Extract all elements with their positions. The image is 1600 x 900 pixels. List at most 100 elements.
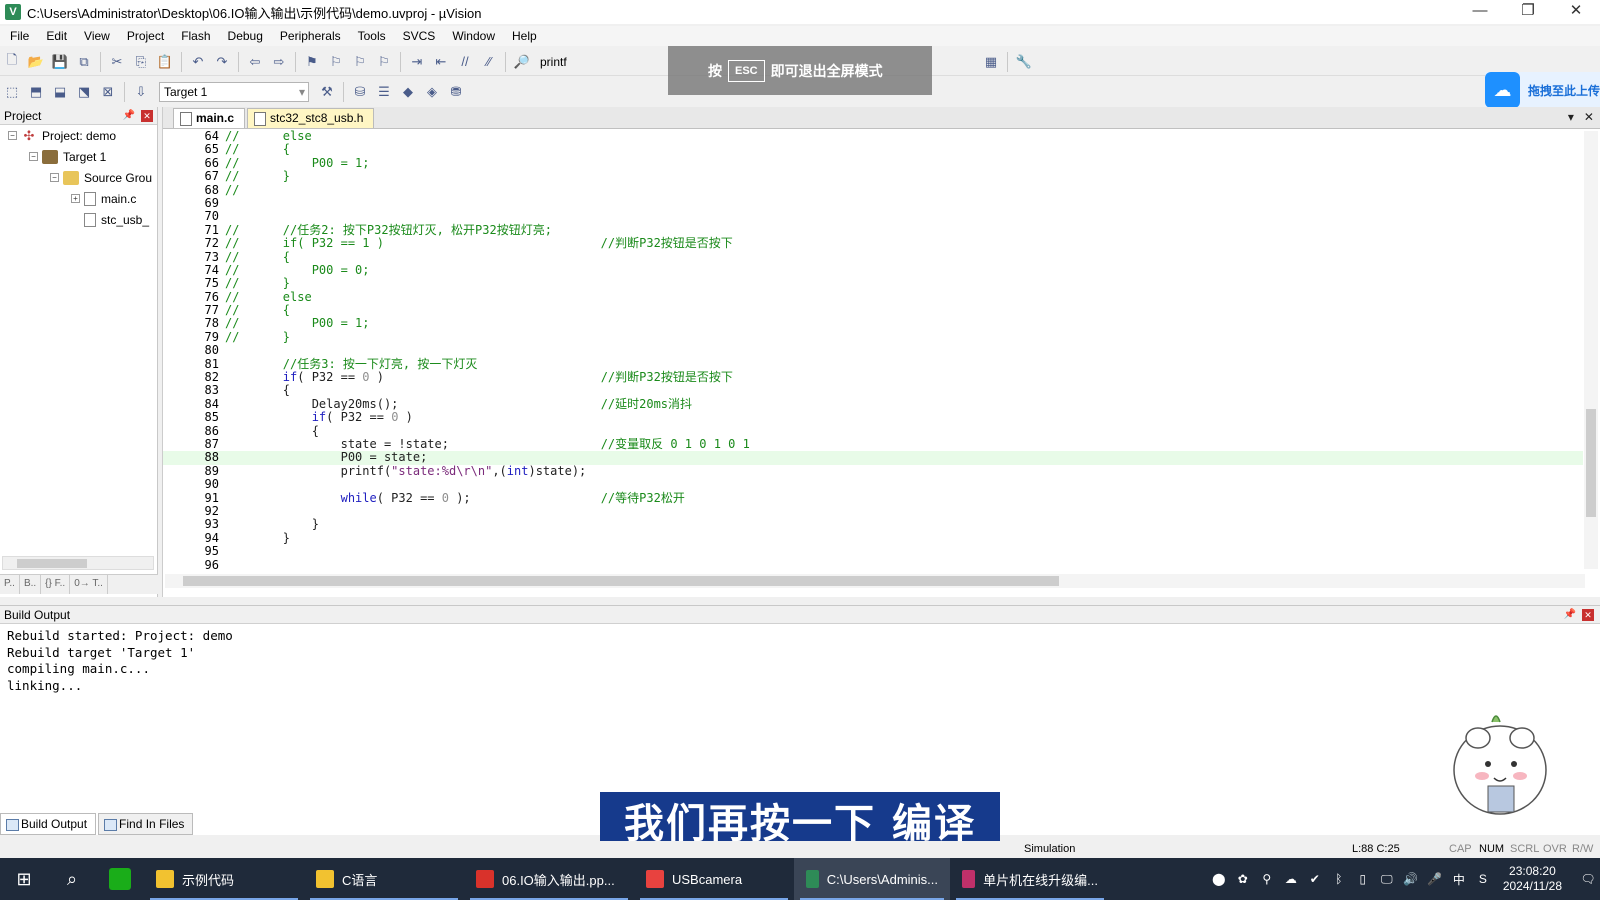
tree-node[interactable]: − Source Grou [0, 167, 157, 188]
close-button[interactable]: ✕ [1552, 0, 1600, 24]
rebuild-icon[interactable]: ⬓ [49, 81, 71, 103]
manage-components-icon[interactable]: ⛁ [349, 81, 371, 103]
next-bookmark-icon[interactable]: ⚐ [349, 51, 371, 73]
menu-peripherals[interactable]: Peripherals [270, 29, 348, 43]
download-icon[interactable]: ⇩ [130, 81, 152, 103]
file-extensions-icon[interactable]: ☰ [373, 81, 395, 103]
code-line[interactable]: 69 [163, 196, 1583, 210]
code-line[interactable]: 96 [163, 558, 1583, 570]
code-line[interactable]: 74 // P00 = 0; [163, 263, 1583, 277]
menu-svcs[interactable]: SVCS [393, 29, 443, 43]
cloud-upload-button[interactable]: ☁ 拖拽至此上传 [1485, 72, 1600, 108]
code-line[interactable]: 73 // { [163, 250, 1583, 264]
menu-file[interactable]: File [0, 29, 36, 43]
ime-indicator[interactable]: 中 [1447, 871, 1471, 888]
editor-tab-main-c[interactable]: main.c [173, 108, 246, 128]
code-line[interactable]: 76 // else [163, 290, 1583, 304]
tab-functions[interactable]: {} F.. [41, 575, 71, 594]
code-line[interactable]: 68 // [163, 183, 1583, 197]
menu-window[interactable]: Window [442, 29, 502, 43]
project-hscrollbar[interactable] [2, 556, 154, 570]
tree-node[interactable]: − ✣ Project: demo [0, 125, 157, 146]
paste-icon[interactable]: 📋 [154, 51, 176, 73]
menu-debug[interactable]: Debug [218, 29, 270, 43]
configure-icon[interactable]: 🔧 [1013, 51, 1035, 73]
batch-build-icon[interactable]: ⬔ [73, 81, 95, 103]
code-line[interactable]: 67 // } [163, 169, 1583, 183]
menu-flash[interactable]: Flash [171, 29, 217, 43]
bookmark-icon[interactable]: ⚑ [301, 51, 323, 73]
code-line[interactable]: 70 [163, 209, 1583, 223]
stop-build-icon[interactable]: ⊠ [97, 81, 119, 103]
code-line[interactable]: 66 // P00 = 1; [163, 156, 1583, 170]
code-line[interactable]: 85 if( P32 == 0 ) [163, 410, 1583, 424]
build-icon[interactable]: ⬒ [25, 81, 47, 103]
code-line[interactable]: 94 } [163, 531, 1583, 545]
menu-tools[interactable]: Tools [348, 29, 393, 43]
code-line[interactable]: 89 printf("state:%d\r\n",(int)state); [163, 464, 1583, 478]
taskbar-app[interactable]: C:\Users\Adminis... [794, 858, 950, 900]
tray-app-icon[interactable]: ✔ [1303, 872, 1327, 886]
taskbar-app[interactable]: USBcamera [634, 858, 794, 900]
notifications-icon[interactable]: 🗨 [1576, 872, 1600, 886]
translate-icon[interactable]: ⬚ [1, 81, 23, 103]
code-line[interactable]: 92 [163, 504, 1583, 518]
code-line[interactable]: 87 state = !state; //变量取反 0 1 0 1 0 1 [163, 437, 1583, 451]
taskbar-app[interactable]: 06.IO输入输出.pp... [464, 858, 634, 900]
target-options-icon[interactable]: ⚒ [316, 81, 338, 103]
windows-start-icon[interactable]: ⊞ [0, 858, 48, 900]
tray-app-icon[interactable]: ✿ [1231, 872, 1255, 886]
tray-app-icon[interactable]: ⬤ [1207, 872, 1231, 886]
code-line[interactable]: 82 if( P32 == 0 ) //判断P32按钮是否按下 [163, 370, 1583, 384]
network-icon[interactable]: 🖵 [1375, 872, 1399, 887]
select-software-packs-icon[interactable]: ◈ [421, 81, 443, 103]
window-layout-icon[interactable]: ▦ [980, 51, 1002, 73]
pin-icon[interactable]: 📌 [123, 107, 135, 125]
code-area[interactable]: 64 // else 65 // {66 // P00 = 1; 67 // } 68 // 69… [163, 130, 1583, 570]
bluetooth-icon[interactable]: ᛒ [1327, 872, 1351, 886]
find-in-files-icon[interactable]: 🔎 [511, 51, 533, 73]
find-combo[interactable]: printf [540, 55, 640, 69]
clear-bookmarks-icon[interactable]: ⚐ [373, 51, 395, 73]
tree-node[interactable]: − Target 1 [0, 146, 157, 167]
tray-app-icon[interactable]: ☁ [1279, 872, 1303, 886]
code-line[interactable]: 86 { [163, 424, 1583, 438]
code-line[interactable]: 91 while( P32 == 0 ); //等待P32松开 [163, 491, 1583, 505]
code-line[interactable]: 95 [163, 544, 1583, 558]
code-line[interactable]: 77 // { [163, 303, 1583, 317]
menu-project[interactable]: Project [117, 29, 171, 43]
tab-templates[interactable]: 0→ T.. [70, 575, 108, 594]
menu-help[interactable]: Help [502, 29, 544, 43]
minimize-button[interactable]: — [1456, 0, 1504, 24]
tree-node[interactable]: stc_usb_ [0, 209, 157, 230]
cut-icon[interactable]: ✂ [106, 51, 128, 73]
maximize-button[interactable]: ❐ [1504, 0, 1552, 24]
code-line[interactable]: 83 { [163, 384, 1583, 398]
code-line[interactable]: 64 // else [163, 130, 1583, 143]
undo-icon[interactable]: ↶ [187, 51, 209, 73]
run-environment-icon[interactable]: ⛃ [445, 81, 467, 103]
tab-books[interactable]: B.. [20, 575, 42, 594]
target-select[interactable]: Target 1 [159, 82, 309, 102]
editor-hscrollbar[interactable] [165, 574, 1585, 588]
tray-app-icon[interactable]: ⚲ [1255, 872, 1279, 886]
navigate-back-icon[interactable]: ⇦ [244, 51, 266, 73]
code-line[interactable]: 84 Delay20ms(); //延时20ms消抖 [163, 397, 1583, 411]
tab-controls[interactable]: ▾ ✕ [1568, 110, 1594, 124]
search-icon[interactable]: ⌕ [48, 858, 96, 900]
tab-find-in-files[interactable]: Find In Files [98, 813, 194, 835]
tree-expander-icon[interactable]: + [71, 194, 80, 203]
code-line[interactable]: 88 P00 = state; [163, 450, 1583, 465]
tab-project[interactable]: P.. [0, 575, 20, 594]
copy-icon[interactable]: ⎘ [130, 51, 152, 73]
menu-view[interactable]: View [74, 29, 117, 43]
tree-expander-icon[interactable]: − [50, 173, 59, 182]
usb-icon[interactable]: ▯ [1351, 872, 1375, 886]
code-line[interactable]: 93 } [163, 517, 1583, 531]
indent-icon[interactable]: ⇥ [406, 51, 428, 73]
tab-build-output[interactable]: Build Output [0, 813, 97, 835]
uncomment-icon[interactable]: ⁄⁄ [478, 51, 500, 73]
new-file-icon[interactable]: 🗋 [1, 51, 23, 73]
code-line[interactable]: 90 [163, 477, 1583, 491]
microphone-icon[interactable]: 🎤 [1423, 872, 1447, 886]
